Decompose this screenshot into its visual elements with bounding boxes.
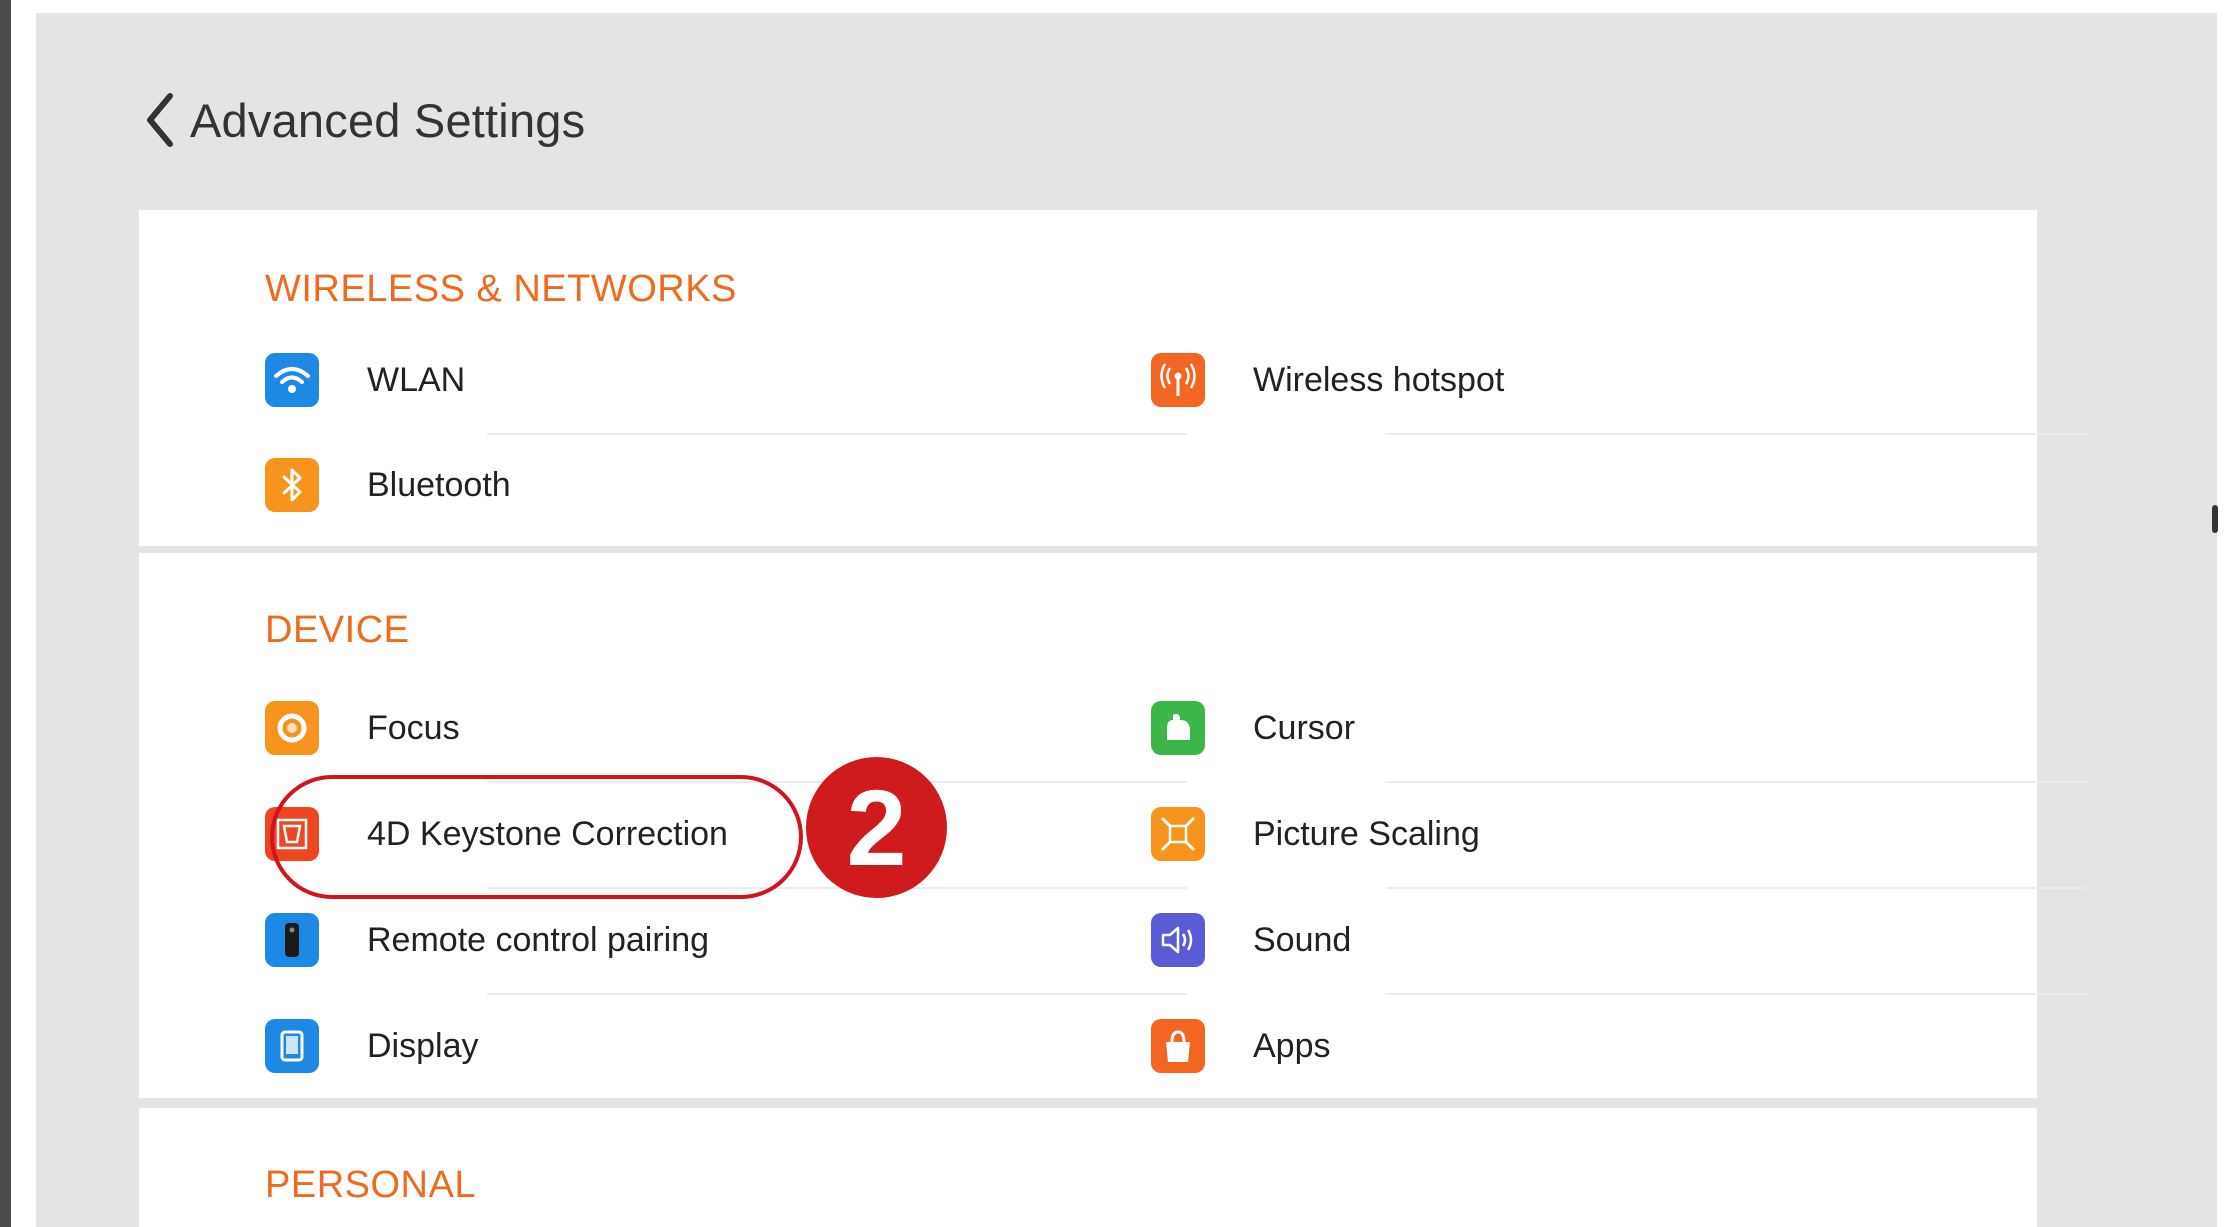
- wireless-networks-card: WIRELESS & NETWORKS WLAN Wireless hotspo…: [139, 210, 2086, 546]
- apps-icon: [1151, 1019, 1205, 1073]
- wifi-icon: [265, 353, 319, 407]
- setting-item-apps[interactable]: Apps: [1151, 993, 1331, 1099]
- remote-icon: [265, 913, 319, 967]
- setting-label-cursor: Cursor: [1253, 708, 1356, 747]
- divider: [1386, 781, 2086, 783]
- device-frame-edge: [0, 0, 11, 1227]
- setting-label-picture-scaling: Picture Scaling: [1253, 814, 1480, 853]
- setting-label-remote-control-pairing: Remote control pairing: [367, 920, 710, 959]
- display-icon: [265, 1019, 319, 1073]
- setting-item-picture-scaling[interactable]: Picture Scaling: [1151, 781, 1480, 887]
- setting-item-bluetooth[interactable]: Bluetooth: [265, 432, 511, 538]
- divider: [487, 993, 1187, 995]
- focus-icon: [265, 701, 319, 755]
- back-chevron-icon[interactable]: [140, 90, 180, 150]
- step-number-badge: 2: [806, 757, 947, 898]
- setting-label-4d-keystone-correction: 4D Keystone Correction: [367, 814, 728, 853]
- keystone-icon: [265, 807, 319, 861]
- picture-scaling-icon: [1151, 807, 1205, 861]
- cursor-icon: [1151, 701, 1205, 755]
- setting-item-sound[interactable]: Sound: [1151, 887, 1351, 993]
- divider: [1386, 993, 2086, 995]
- setting-label-wlan: WLAN: [367, 360, 466, 399]
- setting-label-display: Display: [367, 1026, 479, 1065]
- section-title-device: DEVICE: [265, 609, 410, 651]
- sound-icon: [1151, 913, 1205, 967]
- setting-label-apps: Apps: [1253, 1026, 1331, 1065]
- page-header: Advanced Settings: [140, 80, 585, 160]
- setting-item-focus[interactable]: Focus: [265, 675, 460, 781]
- device-card: DEVICE Focus Cursor 4D Keystone Correcti…: [139, 553, 2086, 1099]
- section-title-wireless: WIRELESS & NETWORKS: [265, 268, 737, 310]
- divider: [487, 433, 1187, 435]
- setting-item-4d-keystone-correction[interactable]: 4D Keystone Correction: [265, 781, 728, 887]
- setting-item-display[interactable]: Display: [265, 993, 478, 1099]
- setting-label-focus: Focus: [367, 708, 460, 747]
- page-title: Advanced Settings: [190, 93, 586, 147]
- device-frame-notch: [2212, 505, 2218, 533]
- setting-item-wireless-hotspot[interactable]: Wireless hotspot: [1151, 327, 1504, 433]
- personal-card: PERSONAL: [139, 1108, 2037, 1227]
- setting-item-cursor[interactable]: Cursor: [1151, 675, 1355, 781]
- bluetooth-icon: [265, 458, 319, 512]
- setting-item-wlan[interactable]: WLAN: [265, 327, 465, 433]
- setting-item-remote-control-pairing[interactable]: Remote control pairing: [265, 887, 709, 993]
- setting-label-sound: Sound: [1253, 920, 1352, 959]
- setting-label-bluetooth: Bluetooth: [367, 465, 511, 504]
- divider: [1386, 433, 2086, 435]
- section-title-personal: PERSONAL: [265, 1164, 476, 1206]
- hotspot-icon: [1151, 353, 1205, 407]
- setting-label-wireless-hotspot: Wireless hotspot: [1253, 360, 1505, 399]
- divider: [1386, 887, 2086, 889]
